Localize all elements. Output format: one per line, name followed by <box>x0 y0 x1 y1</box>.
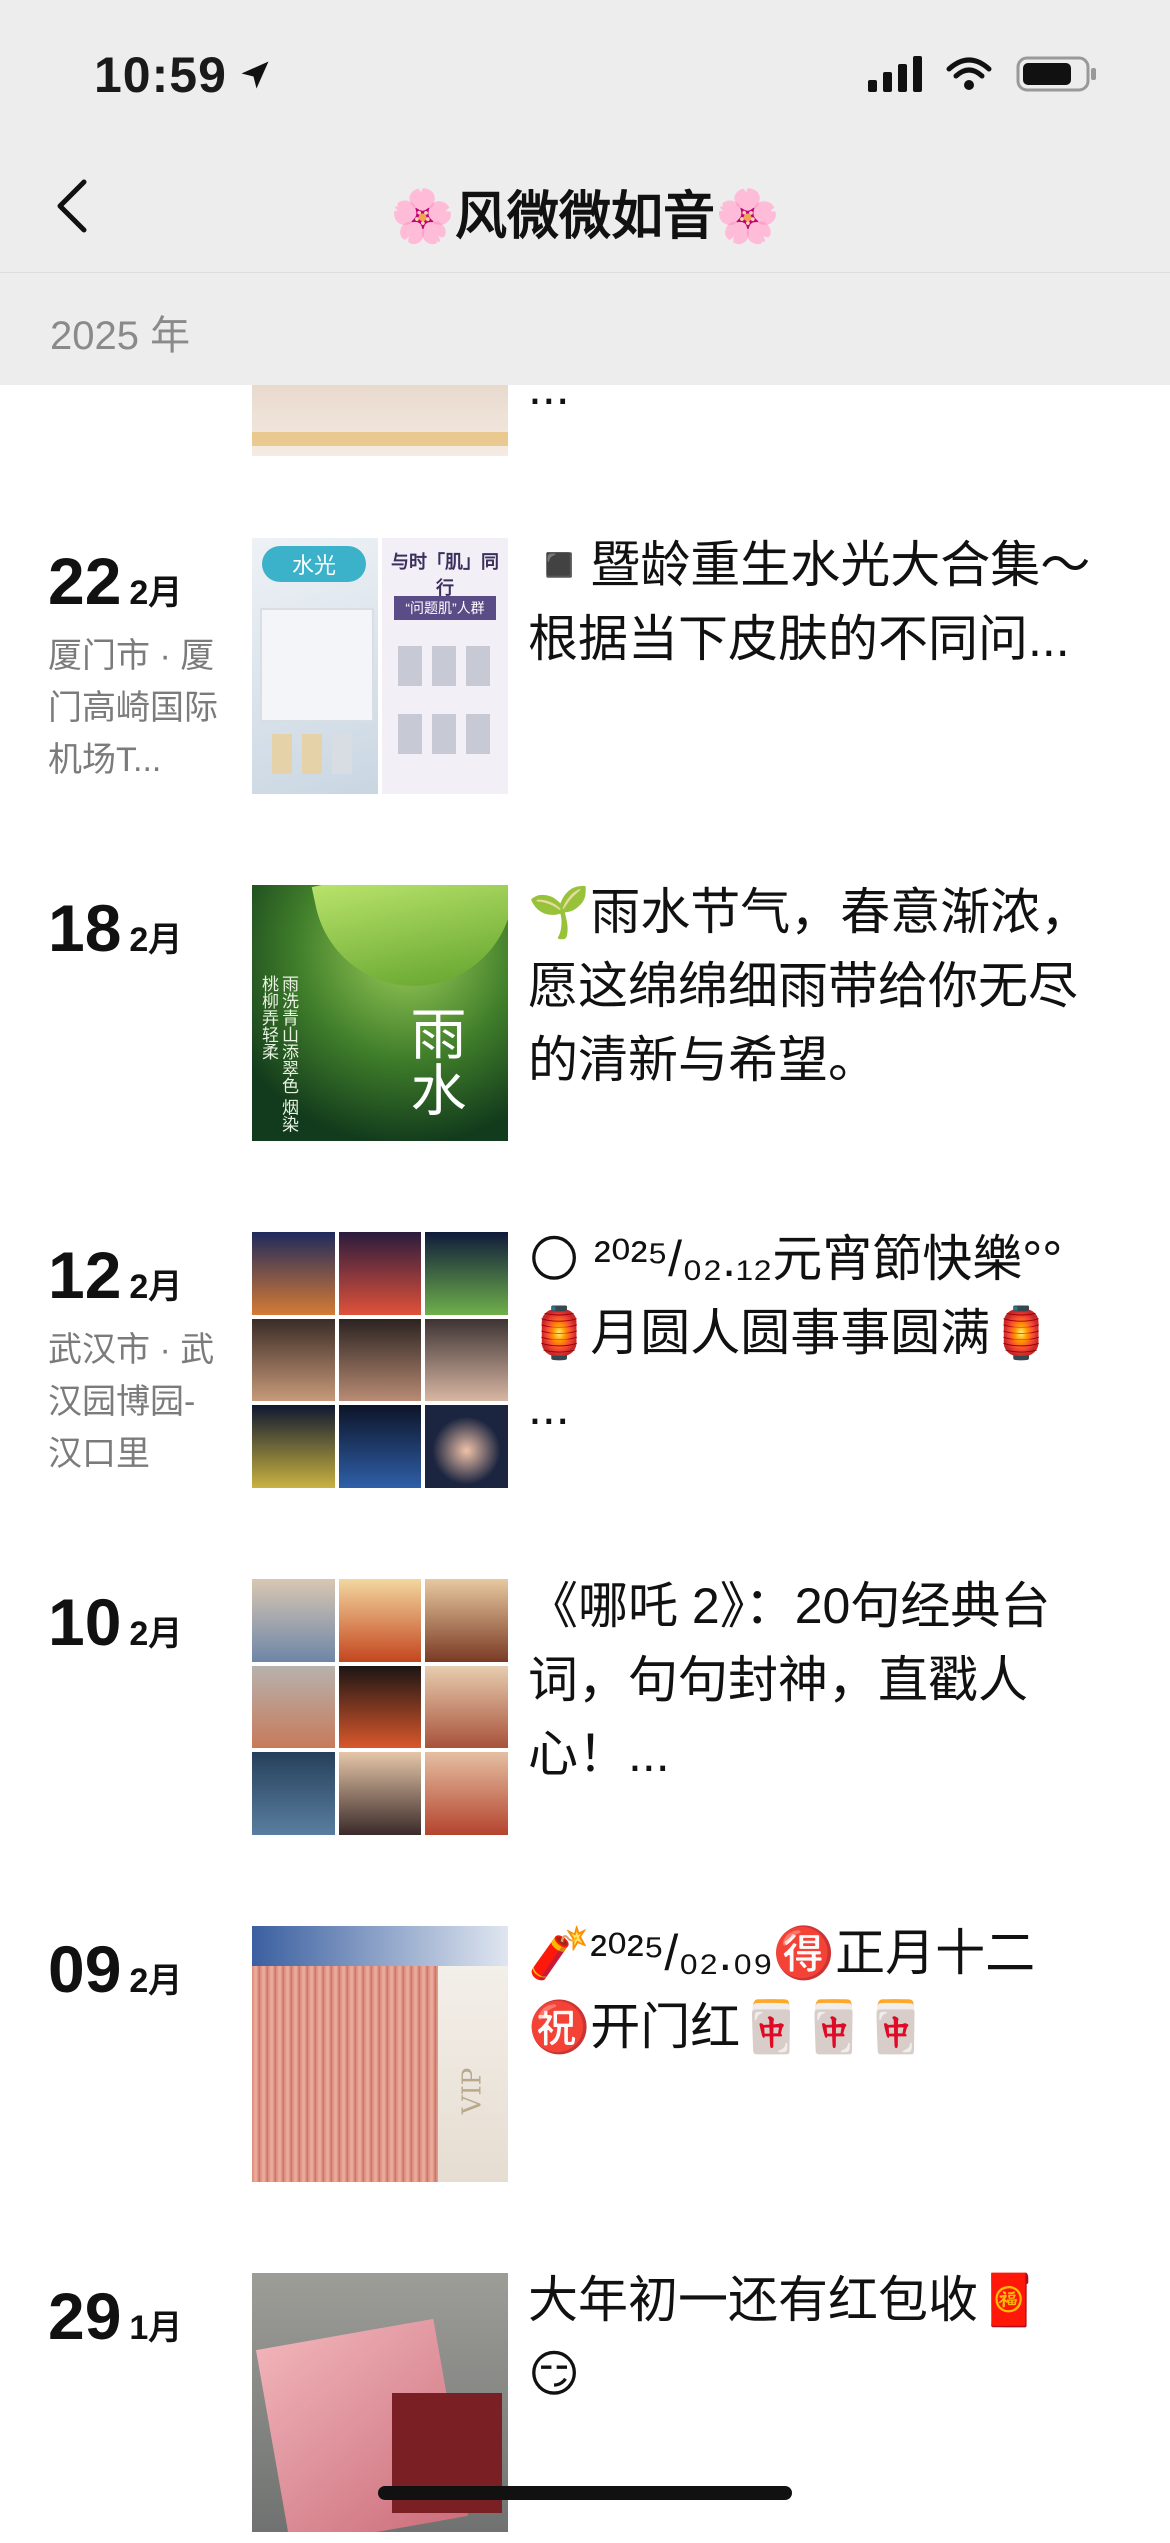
post-thumbnail[interactable]: 水光 与时「肌」同行 “问题肌”人群 <box>252 538 508 794</box>
post-location[interactable]: 厦门市 · 厦门高崎国际机场T... <box>48 630 228 786</box>
post-thumbnail[interactable]: VIP <box>252 1926 508 2182</box>
post-day: 22 <box>48 544 122 618</box>
post-caption: 🌱雨水节气，春意渐浓，愿这绵绵细雨带给你无尽的清新与希望。 <box>528 884 1091 1088</box>
post-date: 18 2月 <box>48 895 182 961</box>
post-caption: 大年初一还有红包收🧧 😏 <box>528 2272 1041 2402</box>
post-day: 29 <box>48 2279 122 2353</box>
thumb-label: 水光 <box>262 546 366 582</box>
post-month: 2月 <box>129 921 183 959</box>
post-caption: 🌕 ²⁰²⁵/₀₂.₁₂元宵節快樂°° 🏮月圆人圆事事圆满🏮 ... <box>528 1231 1063 1435</box>
thumb-badge: “问题肌”人群 <box>394 596 496 620</box>
thumb-title: 雨水 <box>401 1005 466 1117</box>
post-month: 2月 <box>129 574 183 612</box>
top-bar: 10:59 🌸风微微如音🌸 <box>0 0 1170 272</box>
thumb-poem: 雨洗青山添翠色 烟染桃柳弄轻柔 <box>259 975 298 1133</box>
location-arrow-icon <box>241 61 269 89</box>
year-label: 2025 年 <box>50 314 191 358</box>
home-indicator[interactable] <box>378 2486 792 2500</box>
post-date: 22 2月 <box>48 548 182 614</box>
list-item[interactable]: 29 1月 大年初一还有红包收🧧 😏 <box>0 2272 1170 2543</box>
post-day: 12 <box>48 1238 122 1312</box>
page-title: 🌸风微微如音🌸 <box>390 188 780 246</box>
thumb-title: 与时「肌」同行 <box>391 552 499 598</box>
post-month: 2月 <box>129 1615 183 1653</box>
post-location[interactable]: 武汉市 · 武汉园博园-汉口里 <box>48 1324 228 1480</box>
post-date: 10 2月 <box>48 1589 182 1655</box>
post-thumbnail[interactable]: 雨洗青山添翠色 烟染桃柳弄轻柔 雨水 <box>252 885 508 1141</box>
post-caption: 🧨²⁰²⁵/₀₂.₀₉🉐正月十二 ㊗️开门红🀄🀄🀄 <box>528 1925 1036 2055</box>
status-time: 10:59 <box>94 46 273 104</box>
status-indicators <box>868 54 1098 94</box>
thumb-label: VIP <box>457 2067 488 2115</box>
list-item[interactable]: 22 2月 厦门市 · 厦门高崎国际机场T... 水光 与时「肌」同行 “问题肌… <box>0 537 1170 808</box>
post-day: 09 <box>48 1932 122 2006</box>
list-item[interactable]: 09 2月 VIP 🧨²⁰²⁵/₀₂.₀₉🉐正月十二 ㊗️开门红🀄🀄🀄 <box>0 1925 1170 2196</box>
post-month: 1月 <box>129 2309 183 2347</box>
post-thumbnail[interactable] <box>252 1579 508 1835</box>
list-item[interactable]: 18 2月 雨洗青山添翠色 烟染桃柳弄轻柔 雨水 🌱雨水节气，春意渐浓，愿这绵绵… <box>0 884 1170 1155</box>
list-item[interactable]: 10 2月 《哪吒 2》：20句经典台词，句句封神，直戳人心！... <box>0 1578 1170 1849</box>
list-item[interactable]: 12 2月 武汉市 · 武汉园博园-汉口里 🌕 ²⁰²⁵/₀₂.₁₂元宵節快樂°… <box>0 1231 1170 1502</box>
post-caption: ◾️暨龄重生水光大合集～ 根据当下皮肤的不同问... <box>528 537 1091 667</box>
post-caption: 《哪吒 2》：20句经典台词，句句封神，直戳人心！... <box>528 1578 1051 1782</box>
post-day: 18 <box>48 891 122 965</box>
signal-icon <box>868 56 922 92</box>
wifi-icon <box>946 57 992 90</box>
post-date: 29 1月 <box>48 2283 182 2349</box>
post-month: 2月 <box>129 1962 183 2000</box>
post-month: 2月 <box>129 1268 183 1306</box>
post-thumbnail[interactable] <box>252 380 508 456</box>
battery-icon <box>1016 56 1096 92</box>
post-thumbnail[interactable] <box>252 1232 508 1488</box>
year-section-header: 2025 年 <box>0 272 1170 385</box>
post-day: 10 <box>48 1585 122 1659</box>
post-date: 12 2月 <box>48 1242 182 1308</box>
post-date: 09 2月 <box>48 1936 182 2002</box>
